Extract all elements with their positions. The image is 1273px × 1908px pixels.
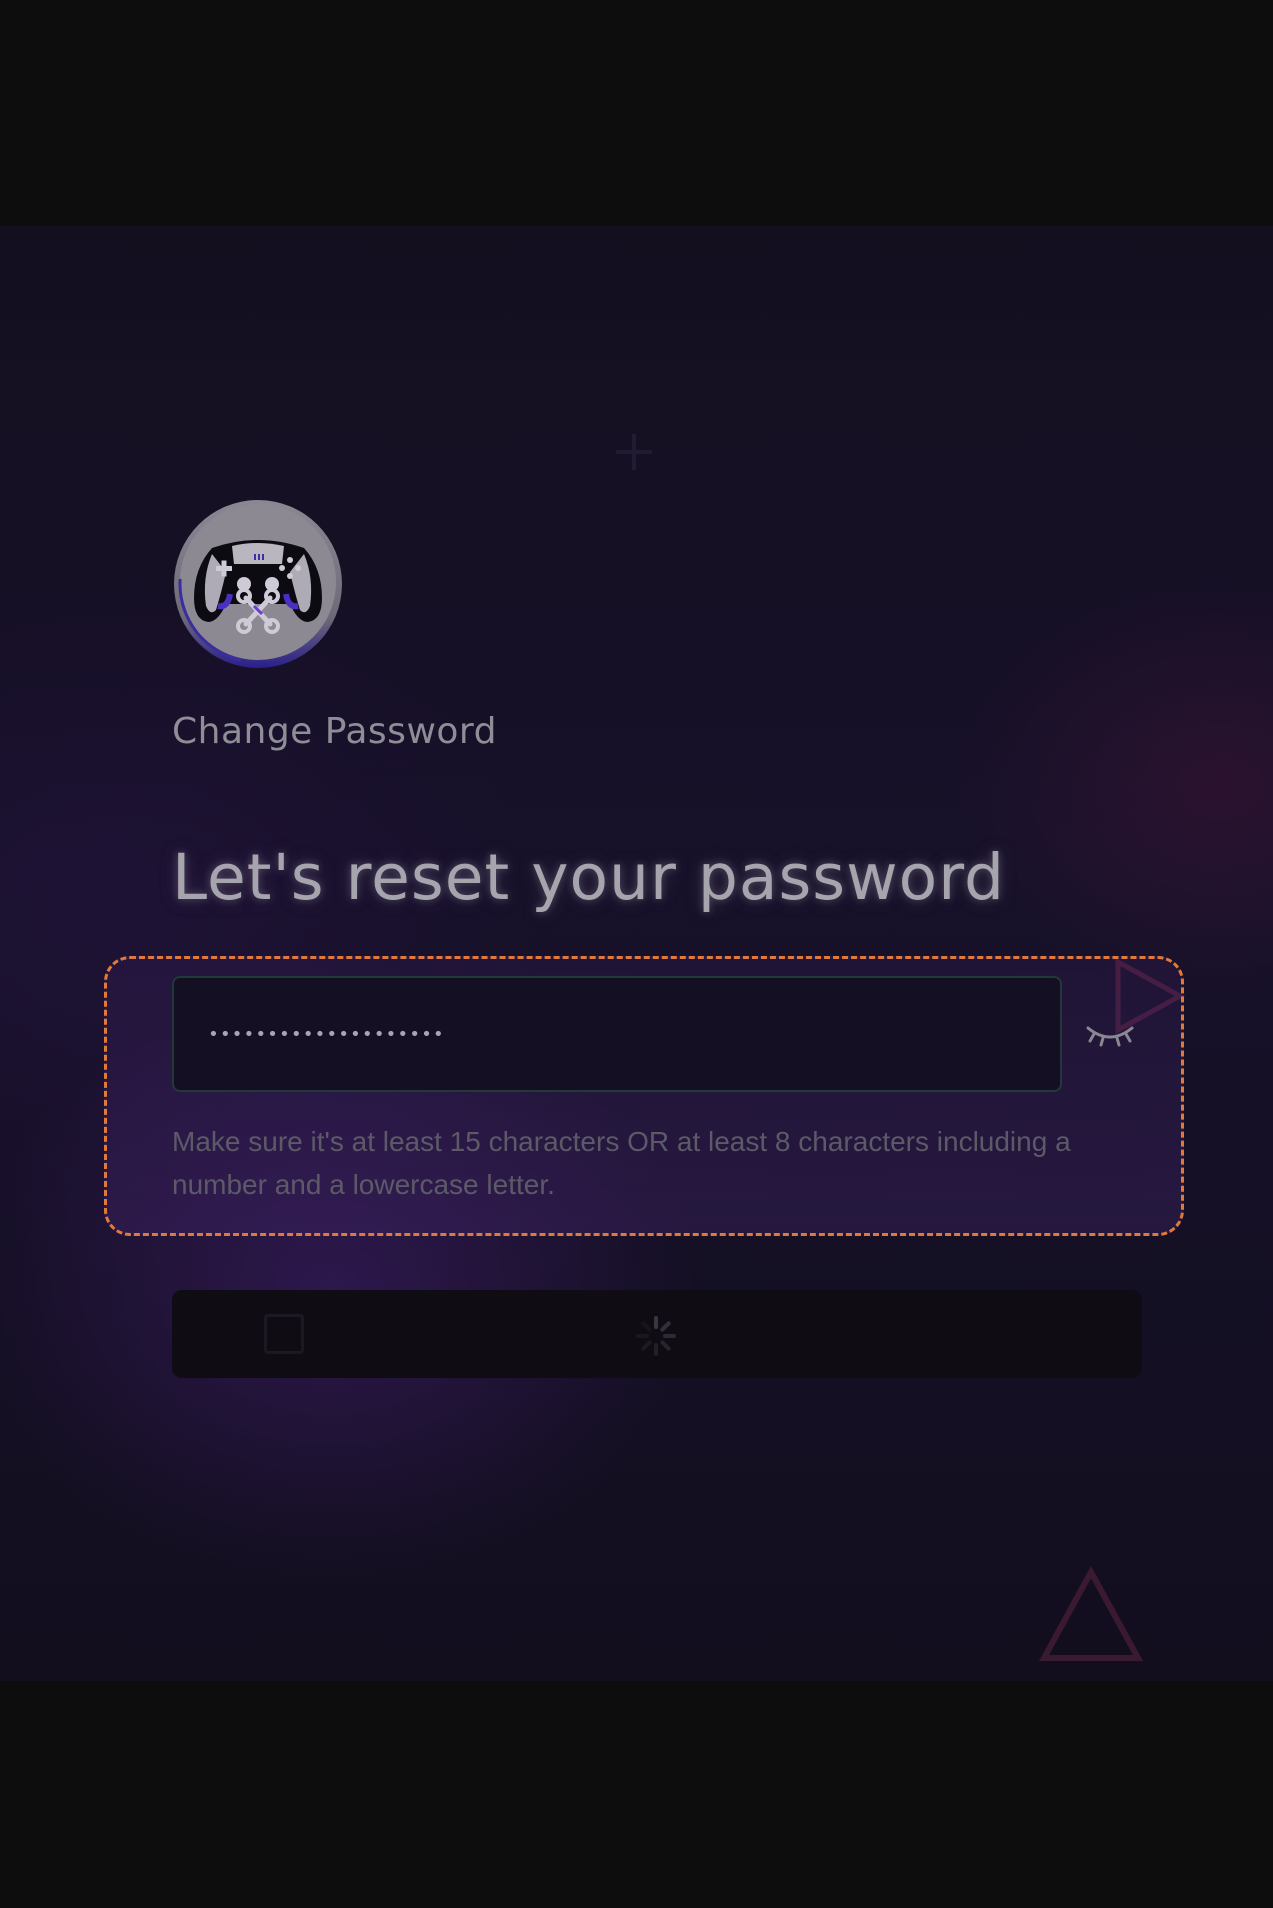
button-square-icon [264,1314,304,1354]
password-input[interactable] [208,978,1028,1090]
page-title: Let's reset your password [172,841,1005,914]
eye-closed-icon [1086,1026,1134,1047]
app-screen: Change Password Let's reset your passwor… [0,226,1273,1681]
plus-decoration-icon [616,434,652,470]
password-visibility-toggle[interactable] [1082,1012,1138,1056]
page: Change Password Let's reset your passwor… [0,0,1273,1908]
section-label: Change Password [172,711,497,752]
app-logo [172,498,344,670]
password-field[interactable] [172,976,1062,1092]
triangle-decoration-icon [1038,1566,1144,1661]
gamepad-wrench-logo-icon [174,500,342,668]
submit-button[interactable] [172,1290,1142,1378]
password-requirements-hint: Make sure it's at least 15 characters OR… [172,1126,1071,1200]
spinner-icon [634,1314,678,1358]
